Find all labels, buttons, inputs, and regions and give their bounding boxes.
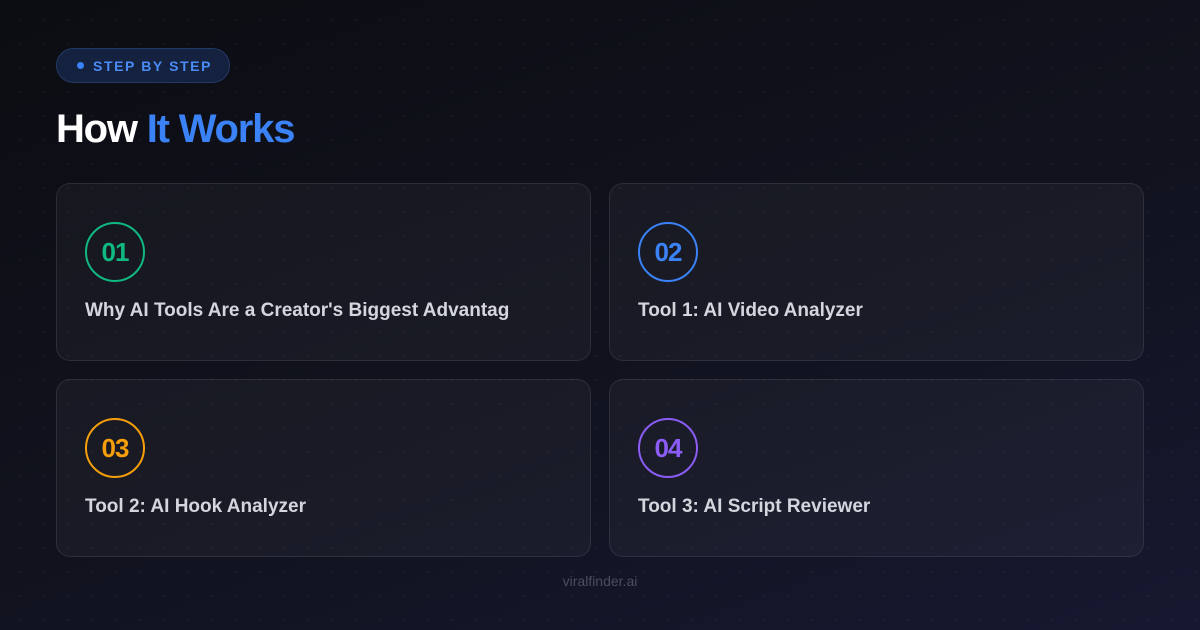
- step-number-2: 02: [638, 222, 698, 282]
- step-card-3: 03 Tool 2: AI Hook Analyzer: [56, 379, 591, 557]
- badge-dot-icon: [77, 62, 84, 69]
- step-title-4: Tool 3: AI Script Reviewer: [638, 496, 871, 517]
- footer-brand: viralfinder.ai: [562, 573, 638, 589]
- step-card-1: 01 Why AI Tools Are a Creator's Biggest …: [56, 183, 591, 361]
- badge-label: STEP BY STEP: [93, 57, 213, 74]
- step-number-3: 03: [85, 418, 145, 478]
- step-badge: STEP BY STEP: [56, 48, 230, 83]
- title-part-how: How: [56, 107, 138, 151]
- step-number-1: 01: [85, 222, 145, 282]
- title-part-it-works: It Works: [146, 107, 296, 151]
- step-title-2: Tool 1: AI Video Analyzer: [638, 300, 863, 321]
- step-title-3: Tool 2: AI Hook Analyzer: [85, 496, 306, 517]
- steps-grid: 01 Why AI Tools Are a Creator's Biggest …: [56, 183, 1144, 557]
- step-card-4: 04 Tool 3: AI Script Reviewer: [609, 379, 1144, 557]
- step-card-2: 02 Tool 1: AI Video Analyzer: [609, 183, 1144, 361]
- step-title-1: Why AI Tools Are a Creator's Biggest Adv…: [85, 300, 510, 321]
- step-number-4: 04: [638, 418, 698, 478]
- page-title: How It Works: [56, 104, 296, 154]
